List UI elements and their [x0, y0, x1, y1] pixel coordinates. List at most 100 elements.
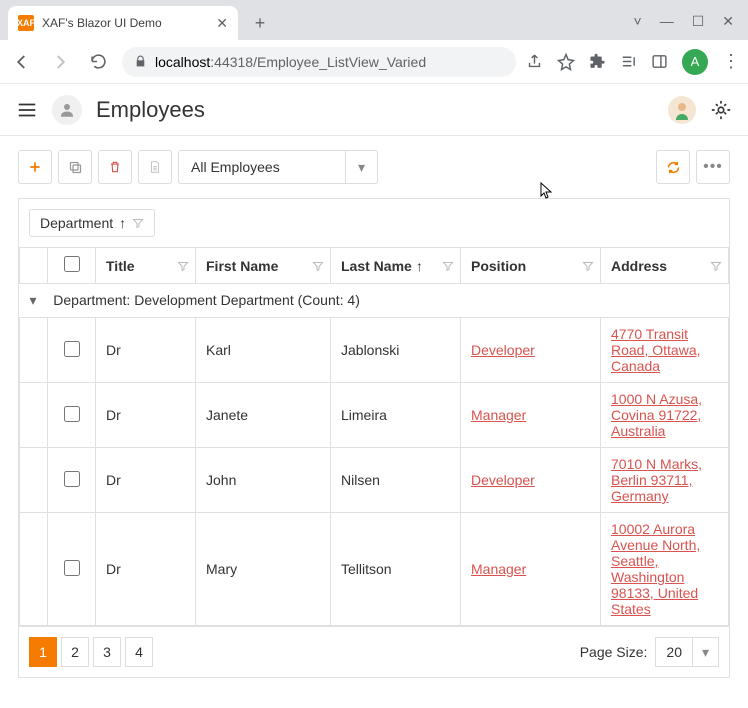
filter-icon[interactable] [582, 260, 594, 272]
group-panel[interactable]: Department ↑ [19, 199, 729, 248]
filter-icon[interactable] [312, 260, 324, 272]
address-bar: localhost:44318/Employee_ListView_Varied… [0, 40, 748, 84]
close-tab-icon[interactable]: ✕ [216, 15, 228, 32]
page-title: Employees [96, 97, 205, 123]
cell-title: Dr [96, 318, 196, 383]
table-row[interactable]: Dr Janete Limeira Manager 1000 N Azusa, … [20, 383, 729, 448]
col-address[interactable]: Address [601, 248, 729, 284]
clone-button[interactable] [58, 150, 92, 184]
grid-table: Title First Name Last Name↑ Position Add… [19, 248, 729, 626]
cell-last: Nilsen [331, 448, 461, 513]
address-link[interactable]: 4770 Transit Road, Ottawa, Canada [611, 326, 701, 374]
page-size-label: Page Size: [580, 644, 648, 660]
chrome-menu-icon[interactable]: ⋮ [722, 51, 740, 72]
table-row[interactable]: Dr Karl Jablonski Developer 4770 Transit… [20, 318, 729, 383]
cell-first: Janete [196, 383, 331, 448]
group-chip-department[interactable]: Department ↑ [29, 209, 155, 237]
collapse-icon[interactable]: ▾ [30, 292, 46, 309]
address-link[interactable]: 10002 Aurora Avenue North, Seattle, Wash… [611, 521, 700, 617]
browser-tab[interactable]: XAF XAF's Blazor UI Demo ✕ [8, 6, 238, 40]
sort-asc-icon[interactable]: ↑ [119, 215, 126, 231]
chevron-down-icon[interactable]: ▾ [345, 151, 377, 183]
minimize-icon[interactable]: — [660, 13, 674, 30]
action-button[interactable] [138, 150, 172, 184]
position-link[interactable]: Developer [471, 342, 535, 358]
refresh-button[interactable] [656, 150, 690, 184]
delete-button[interactable] [98, 150, 132, 184]
maximize-icon[interactable]: ☐ [692, 13, 705, 30]
row-checkbox[interactable] [64, 560, 80, 576]
position-link[interactable]: Manager [471, 561, 526, 577]
url-input[interactable]: localhost:44318/Employee_ListView_Varied [122, 47, 516, 77]
data-grid: Department ↑ Title First Name Last Name↑… [18, 198, 730, 678]
filter-icon[interactable] [710, 260, 722, 272]
cell-last: Jablonski [331, 318, 461, 383]
select-all-header[interactable] [48, 248, 96, 284]
col-last-name[interactable]: Last Name↑ [331, 248, 461, 284]
group-row-label: Department: Development Department (Coun… [53, 292, 360, 308]
profile-avatar[interactable]: A [682, 49, 708, 75]
settings-icon[interactable] [710, 99, 732, 121]
view-filter-dropdown[interactable]: All Employees ▾ [178, 150, 378, 184]
row-checkbox[interactable] [64, 406, 80, 422]
cell-first: John [196, 448, 331, 513]
page-size-value: 20 [656, 644, 692, 660]
new-tab-button[interactable]: + [246, 9, 274, 37]
filter-icon[interactable] [132, 217, 144, 229]
cell-last: Tellitson [331, 513, 461, 626]
app-header: Employees [0, 84, 748, 136]
reload-button[interactable] [84, 48, 112, 76]
address-link[interactable]: 7010 N Marks, Berlin 93711, Germany [611, 456, 702, 504]
favicon-icon: XAF [18, 15, 34, 31]
col-title[interactable]: Title [96, 248, 196, 284]
cell-first: Karl [196, 318, 331, 383]
page-3[interactable]: 3 [93, 637, 121, 667]
browser-tab-strip: XAF XAF's Blazor UI Demo ✕ + ˅ — ☐ ✕ [0, 0, 748, 40]
forward-button[interactable] [46, 48, 74, 76]
close-window-icon[interactable]: ✕ [722, 13, 734, 30]
group-row[interactable]: ▾ Department: Development Department (Co… [20, 284, 729, 318]
col-position[interactable]: Position [461, 248, 601, 284]
toolbar: All Employees ▾ ••• [0, 136, 748, 198]
cell-title: Dr [96, 448, 196, 513]
filter-icon[interactable] [177, 260, 189, 272]
lock-icon [134, 55, 147, 68]
page-size-select[interactable]: 20 ▾ [655, 637, 719, 667]
page-1[interactable]: 1 [29, 637, 57, 667]
filter-icon[interactable] [442, 260, 454, 272]
new-button[interactable] [18, 150, 52, 184]
cell-title: Dr [96, 383, 196, 448]
current-user-avatar[interactable] [668, 96, 696, 124]
extensions-icon[interactable] [589, 53, 606, 70]
cell-last: Limeira [331, 383, 461, 448]
col-first-name[interactable]: First Name [196, 248, 331, 284]
expand-header [20, 248, 48, 284]
chevron-down-icon[interactable]: ˅ [634, 13, 642, 30]
back-button[interactable] [8, 48, 36, 76]
cell-first: Mary [196, 513, 331, 626]
star-icon[interactable] [557, 53, 575, 71]
address-link[interactable]: 1000 N Azusa, Covina 91722, Australia [611, 391, 702, 439]
reading-list-icon[interactable] [620, 53, 637, 70]
share-icon[interactable] [526, 53, 543, 70]
position-link[interactable]: Manager [471, 407, 526, 423]
user-type-icon [52, 95, 82, 125]
dropdown-label: All Employees [179, 159, 345, 175]
row-checkbox[interactable] [64, 471, 80, 487]
group-chip-label: Department [40, 215, 113, 231]
sort-asc-icon[interactable]: ↑ [416, 258, 423, 274]
row-checkbox[interactable] [64, 341, 80, 357]
menu-button[interactable] [16, 99, 38, 121]
window-controls: ˅ — ☐ ✕ [634, 13, 748, 40]
page-4[interactable]: 4 [125, 637, 153, 667]
pager: 1 2 3 4 Page Size: 20 ▾ [19, 626, 729, 677]
chevron-down-icon[interactable]: ▾ [692, 638, 718, 666]
select-all-checkbox[interactable] [64, 256, 80, 272]
url-text: localhost:44318/Employee_ListView_Varied [155, 54, 426, 70]
page-2[interactable]: 2 [61, 637, 89, 667]
side-panel-icon[interactable] [651, 53, 668, 70]
table-row[interactable]: Dr Mary Tellitson Manager 10002 Aurora A… [20, 513, 729, 626]
table-row[interactable]: Dr John Nilsen Developer 7010 N Marks, B… [20, 448, 729, 513]
more-actions-button[interactable]: ••• [696, 150, 730, 184]
position-link[interactable]: Developer [471, 472, 535, 488]
